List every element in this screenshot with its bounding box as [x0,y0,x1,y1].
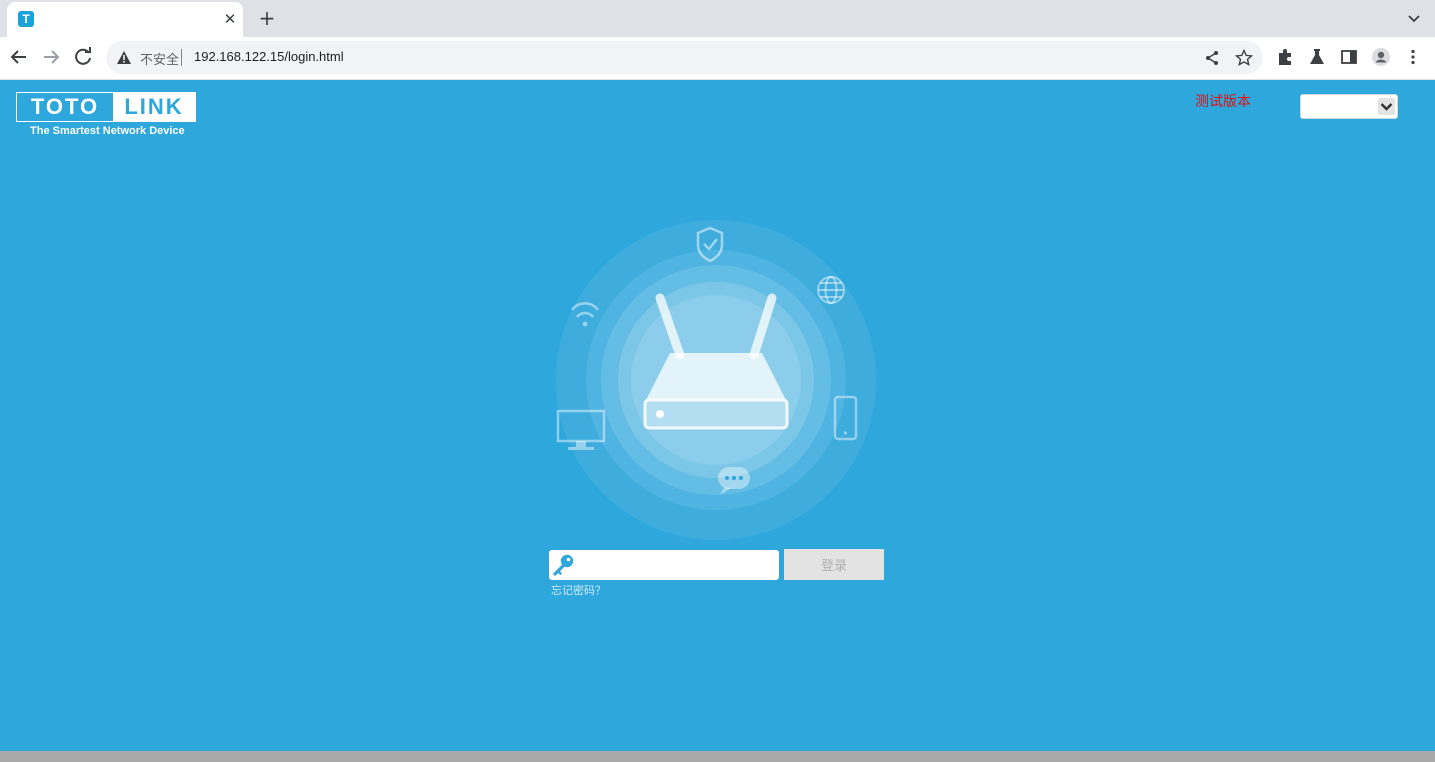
login-page: TOTO LINK The Smartest Network Device 测试… [0,80,1435,751]
logo-tagline: The Smartest Network Device [30,125,185,137]
logo-text-link: LINK [113,93,195,121]
router-illustration [556,220,876,540]
browser-tab[interactable]: T ✕ [7,2,243,37]
forward-arrow-icon[interactable] [39,45,63,69]
browser-toolbar: 不安全 192.168.122.15/login.html [0,37,1435,80]
close-tab-icon[interactable]: ✕ [221,10,239,28]
share-icon[interactable] [1203,49,1221,67]
browser-tab-strip: T ✕ + [0,0,1435,37]
bookmark-star-icon[interactable] [1235,49,1253,67]
more-menu-icon[interactable] [1403,47,1423,67]
back-arrow-icon[interactable] [7,45,31,69]
security-status-label[interactable]: 不安全 [140,49,179,68]
logo-text-toto: TOTO [30,94,100,119]
extensions-puzzle-icon[interactable] [1275,47,1295,67]
totolink-logo: TOTO LINK The Smartest Network Device [16,92,198,140]
side-panel-icon[interactable] [1339,47,1359,67]
labs-flask-icon[interactable] [1307,47,1327,67]
test-version-label: 测试版本 [1195,93,1251,109]
address-bar[interactable]: 不安全 192.168.122.15/login.html [106,41,1263,74]
password-input[interactable] [581,550,771,580]
language-select[interactable] [1300,94,1398,119]
url-text[interactable]: 192.168.122.15/login.html [194,49,344,64]
new-tab-button[interactable]: + [256,8,278,30]
key-icon [553,554,574,576]
login-button[interactable]: 登录 [784,549,884,580]
totolink-favicon-icon: T [18,11,34,27]
profile-avatar-icon[interactable] [1371,47,1391,67]
warning-icon[interactable] [116,50,132,66]
chevron-down-icon[interactable] [1378,98,1395,115]
omnibox-divider [181,49,182,66]
window-bottom-bar [0,751,1435,762]
password-field-wrapper[interactable] [549,550,779,580]
chevron-down-icon[interactable] [1404,8,1424,28]
forgot-password-link[interactable]: 忘记密码？ [551,582,606,598]
reload-icon[interactable] [71,45,95,69]
logo-frame: TOTO LINK [16,92,196,122]
